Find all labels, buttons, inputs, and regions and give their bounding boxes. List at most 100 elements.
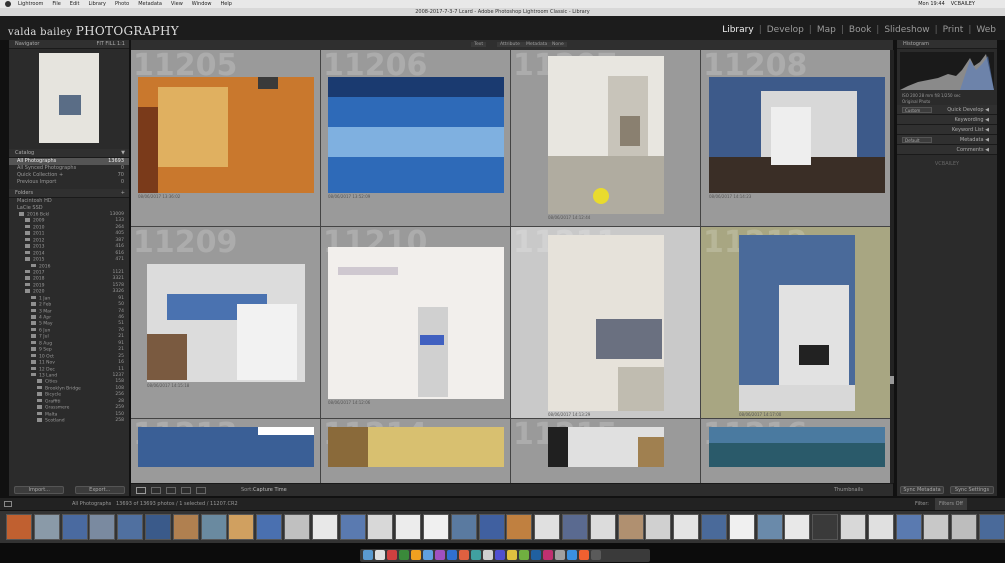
filmstrip-thumbnail[interactable] xyxy=(506,514,533,540)
grid-cell[interactable]: 1121108/06/2017 14:13:29 xyxy=(511,227,701,419)
folders-header[interactable]: Folders + xyxy=(9,189,129,198)
filmstrip-source[interactable]: All Photographs xyxy=(72,498,111,510)
filmstrip-thumbnail[interactable] xyxy=(701,514,727,540)
filmstrip-thumbnail[interactable] xyxy=(756,514,783,540)
filmstrip-thumbnail[interactable] xyxy=(951,514,978,540)
catalog-item[interactable]: Quick Collection + 70 xyxy=(9,172,129,179)
filmstrip-thumbnail[interactable] xyxy=(423,514,449,540)
module-develop[interactable]: Develop xyxy=(762,25,809,35)
section-metadata[interactable]: Default Metadata ◀ xyxy=(897,135,997,145)
photo-thumbnail[interactable] xyxy=(548,427,664,467)
filmstrip-thumbnail[interactable] xyxy=(89,514,116,540)
filter-attribute[interactable]: Attribute xyxy=(497,42,523,47)
navigator-zoom[interactable]: FIT FILL 1:1 xyxy=(96,40,125,49)
filmstrip-thumbnail[interactable] xyxy=(840,514,866,540)
grid-cell[interactable]: 11206 08/06/2017 13:52:09 xyxy=(321,50,511,227)
dock-app-icon[interactable] xyxy=(447,550,457,560)
dock-app-icon[interactable] xyxy=(495,550,505,560)
module-web[interactable]: Web xyxy=(971,25,1001,35)
loupe-view-icon[interactable] xyxy=(151,487,161,494)
photo-thumbnail[interactable] xyxy=(328,77,504,193)
user-text[interactable]: VCBAILEY xyxy=(951,1,975,7)
grid-cell[interactable]: 11209 08/06/2017 14:15:18 xyxy=(131,227,321,419)
photo-thumbnail[interactable] xyxy=(739,235,855,411)
filmstrip-thumbnail[interactable] xyxy=(33,514,60,540)
dock-app-icon[interactable] xyxy=(519,550,529,560)
dock-app-icon[interactable] xyxy=(471,550,481,560)
grid-view-icon[interactable] xyxy=(136,487,146,494)
catalog-header[interactable]: Catalog ▼ xyxy=(9,149,129,158)
export-button[interactable]: Export... xyxy=(74,486,125,494)
filmstrip-thumbnail[interactable] xyxy=(6,514,32,540)
survey-view-icon[interactable] xyxy=(181,487,191,494)
photo-thumbnail[interactable] xyxy=(138,77,314,193)
second-window-icon[interactable] xyxy=(4,501,12,507)
filmstrip-thumbnail[interactable] xyxy=(145,514,171,540)
catalog-item[interactable]: All Photographs 13693 xyxy=(9,158,129,165)
volume-lacie[interactable]: LaCie SSD xyxy=(9,205,129,212)
people-view-icon[interactable] xyxy=(196,487,206,494)
photo-thumbnail[interactable] xyxy=(147,264,305,382)
filmstrip-thumbnail[interactable] xyxy=(867,514,894,540)
dock-app-icon[interactable] xyxy=(459,550,469,560)
filmstrip-thumbnail[interactable] xyxy=(172,514,199,540)
mac-menu-edit[interactable]: Edit xyxy=(70,1,80,7)
section-keywording[interactable]: Keywording ◀ xyxy=(897,115,997,125)
photo-thumbnail[interactable] xyxy=(709,427,885,467)
filmstrip-thumbnail[interactable] xyxy=(617,514,644,540)
module-book[interactable]: Book xyxy=(844,25,876,35)
section-comments[interactable]: Comments ◀ xyxy=(897,145,997,155)
filmstrip-thumbnail[interactable] xyxy=(339,514,366,540)
photo-thumbnail[interactable] xyxy=(328,247,504,399)
section-keyword-list[interactable]: Keyword List ◀ xyxy=(897,125,997,135)
filmstrip-thumbnail[interactable] xyxy=(923,514,950,540)
filmstrip-thumbnail[interactable] xyxy=(228,514,255,540)
mac-menu-photo[interactable]: Photo xyxy=(115,1,129,7)
dock-app-icon[interactable] xyxy=(387,550,397,560)
mac-menu-library[interactable]: Library xyxy=(88,1,105,7)
filmstrip-thumbnail[interactable] xyxy=(284,514,310,540)
mac-menu-help[interactable]: Help xyxy=(221,1,232,7)
dock-app-icon[interactable] xyxy=(507,550,517,560)
grid-cell[interactable]: 11213 xyxy=(131,419,321,483)
photo-thumbnail[interactable] xyxy=(548,235,664,411)
grid-cell[interactable]: 11205 08/06/2017 13:36:02 xyxy=(131,50,321,227)
dock-app-icon[interactable] xyxy=(435,550,445,560)
compare-view-icon[interactable] xyxy=(166,487,176,494)
filmstrip-thumbnail[interactable] xyxy=(117,514,144,540)
metadata-preset[interactable]: Default xyxy=(902,137,932,143)
photo-thumbnail[interactable] xyxy=(328,427,504,467)
dock-app-icon[interactable] xyxy=(555,550,565,560)
quick-develop-preset[interactable]: Custom xyxy=(902,107,932,113)
grid-cell[interactable]: 11215 xyxy=(511,419,701,483)
filmstrip-thumbnail[interactable] xyxy=(562,514,588,540)
filmstrip-thumbnail[interactable] xyxy=(589,514,616,540)
volume-macintosh[interactable]: Macintosh HD xyxy=(9,198,129,205)
dock-app-icon[interactable] xyxy=(579,550,589,560)
grid-scrollbar[interactable] xyxy=(890,50,894,483)
filter-text[interactable]: Text xyxy=(471,42,487,47)
sync-metadata-button[interactable]: Sync Metadata xyxy=(900,486,944,494)
catalog-item[interactable]: Previous Import 0 xyxy=(9,179,129,186)
filmstrip-thumbnail[interactable] xyxy=(395,514,422,540)
grid-cell[interactable]: 1121208/06/2017 14:17:00 xyxy=(701,227,893,419)
filter-select[interactable]: Filters Off xyxy=(935,498,967,510)
apple-icon[interactable] xyxy=(5,1,11,7)
dock-app-icon[interactable] xyxy=(483,550,493,560)
filmstrip-thumbnail[interactable] xyxy=(979,514,1005,540)
filmstrip-thumbnail[interactable] xyxy=(728,514,755,540)
mac-menu-file[interactable]: File xyxy=(52,1,60,7)
navigator-preview[interactable] xyxy=(39,53,99,143)
module-library[interactable]: Library xyxy=(717,25,758,35)
photo-thumbnail[interactable] xyxy=(138,427,314,467)
mac-menu-view[interactable]: View xyxy=(171,1,183,7)
filmstrip-thumbnail[interactable] xyxy=(645,514,672,540)
filter-none[interactable]: None xyxy=(549,42,567,47)
sync-settings-button[interactable]: Sync Settings xyxy=(950,486,994,494)
grid-cell[interactable]: 11216 xyxy=(701,419,893,483)
catalog-item[interactable]: All Synced Photographs 0 xyxy=(9,165,129,172)
mac-menu-metadata[interactable]: Metadata xyxy=(138,1,162,7)
dock-app-icon[interactable] xyxy=(423,550,433,560)
dock-app-icon[interactable] xyxy=(363,550,373,560)
grid-cell[interactable]: 11210 08/06/2017 14:12:06 xyxy=(321,227,511,419)
